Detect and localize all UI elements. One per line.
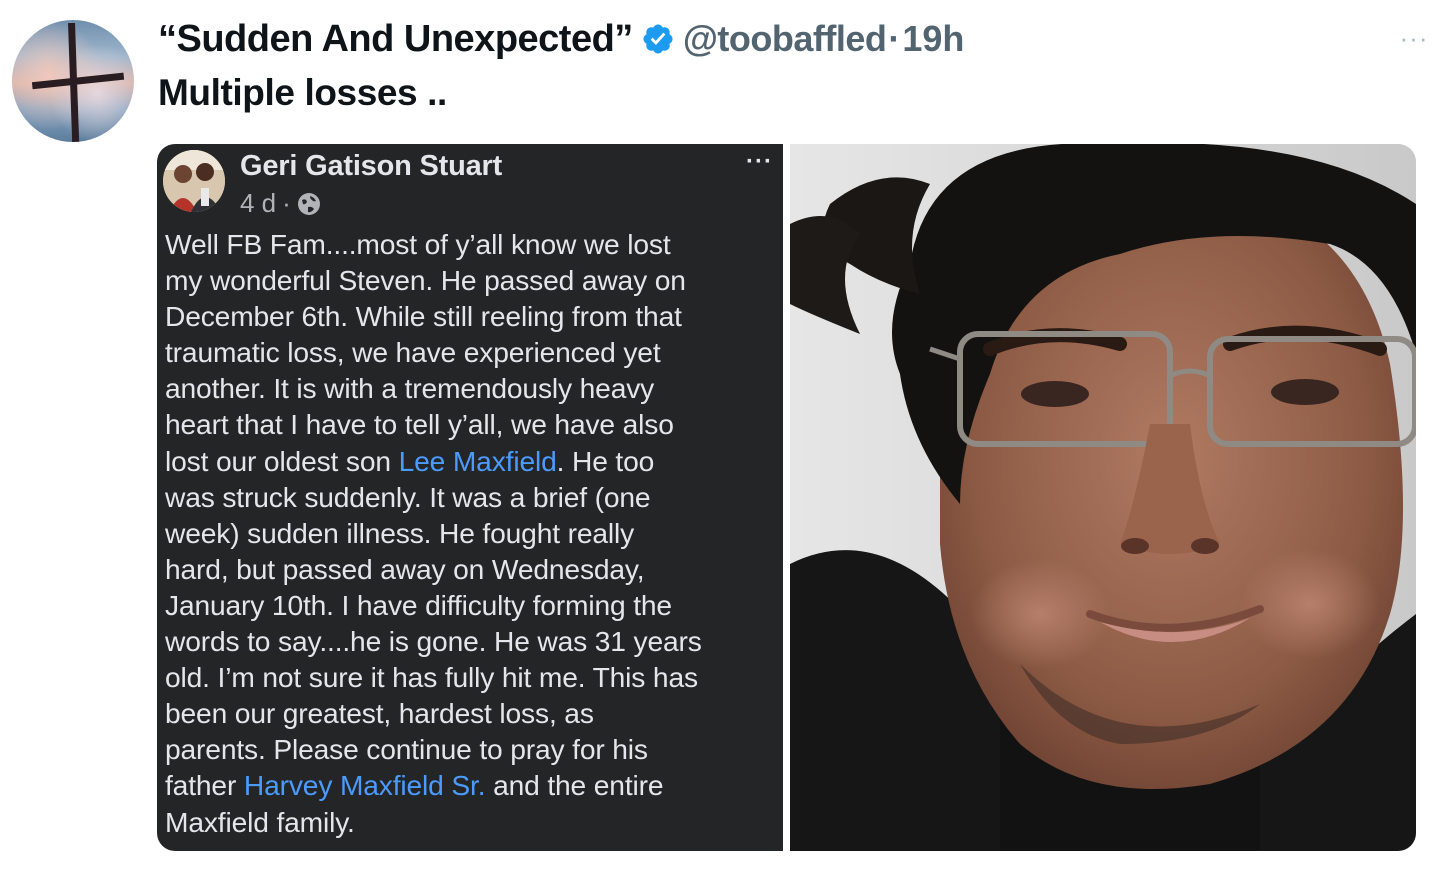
fb-text-segment: hard, but passed away on Wednesday,	[165, 552, 645, 585]
fb-post-line: father Harvey Maxfield Sr. and the entir…	[165, 767, 781, 803]
fb-post-text: Well FB Fam....most of y’all know we los…	[165, 226, 781, 840]
profile-avatar[interactable]	[12, 20, 134, 142]
globe-icon	[297, 192, 321, 216]
fb-text-segment: December 6th. While still reeling from t…	[165, 300, 682, 333]
fb-text-segment: old. I’m not sure it has fully hit me. T…	[165, 661, 698, 694]
more-icon[interactable]: ···	[1399, 22, 1429, 53]
fb-post-line: Well FB Fam....most of y’all know we los…	[165, 226, 781, 262]
fb-mention-link[interactable]: Harvey Maxfield Sr.	[244, 769, 486, 801]
fb-post-line: week) sudden illness. He fought really	[165, 515, 781, 551]
fb-post-line: heart that I have to tell y’all, we have…	[165, 406, 781, 442]
fb-text-segment: my wonderful Steven. He passed away on	[165, 264, 686, 297]
fb-post-line: words to say....he is gone. He was 31 ye…	[165, 623, 781, 659]
fb-text-segment: father	[165, 769, 244, 802]
fb-post-line: January 10th. I have difficulty forming …	[165, 587, 781, 623]
fb-text-segment: heart that I have to tell y’all, we have…	[165, 408, 674, 441]
fb-text-segment: Well FB Fam....most of y’all know we los…	[165, 228, 671, 260]
fb-post-line: traumatic loss, we have experienced yet	[165, 334, 781, 370]
fb-author-avatar	[163, 150, 225, 212]
fb-post-age: 4 d	[240, 188, 277, 218]
fb-text-segment: words to say....he is gone. He was 31 ye…	[165, 625, 702, 658]
fb-text-segment: . He too	[556, 444, 655, 477]
fb-text-segment: lost our oldest son	[165, 444, 399, 477]
media-divider	[783, 144, 790, 851]
fb-text-segment: another. It is with a tremendously heavy	[165, 372, 655, 405]
cross-icon	[12, 20, 134, 142]
fb-meta-separator: ·	[282, 188, 291, 218]
fb-post-line: my wonderful Steven. He passed away on	[165, 262, 781, 298]
tweet-text: Multiple losses ..	[158, 72, 447, 113]
fb-text-segment: been our greatest, hardest loss, as	[165, 697, 594, 730]
fb-text-segment: week) sudden illness. He fought really	[165, 516, 635, 549]
fb-more-icon: ···	[746, 148, 773, 175]
fb-post-line: hard, but passed away on Wednesday,	[165, 551, 781, 587]
portrait-photo[interactable]	[790, 144, 1416, 851]
fb-post-line: been our greatest, hardest loss, as	[165, 695, 781, 731]
display-name[interactable]: “Sudden And Unexpected”	[158, 18, 633, 61]
fb-mention-link[interactable]: Lee Maxfield	[399, 445, 557, 477]
fb-post-line: lost our oldest son Lee Maxfield. He too	[165, 443, 781, 479]
fb-post-line: Maxfield family.	[165, 804, 781, 840]
separator-dot: ·	[888, 18, 901, 59]
fb-text-segment: traumatic loss, we have experienced yet	[165, 336, 661, 369]
more-label: ···	[1399, 22, 1429, 53]
handle[interactable]: @toobaffled	[683, 18, 887, 60]
timestamp[interactable]: 19h	[902, 18, 964, 60]
verified-badge-icon	[641, 22, 675, 56]
fb-post-line: parents. Please continue to pray for his	[165, 731, 781, 767]
fb-text-segment: January 10th. I have difficulty forming …	[165, 588, 672, 621]
tweet-header: “Sudden And Unexpected” @toobaffled · 19…	[158, 14, 964, 64]
fb-post-line: was struck suddenly. It was a brief (one	[165, 479, 781, 515]
fb-post-line: old. I’m not sure it has fully hit me. T…	[165, 659, 781, 695]
facebook-screenshot-image[interactable]: Geri Gatison Stuart 4 d · ··· Well FB Fa…	[157, 144, 783, 851]
fb-author-name: Geri Gatison Stuart	[240, 150, 503, 182]
portrait-image	[790, 144, 1416, 851]
fb-text-segment: parents. Please continue to pray for his	[165, 733, 648, 766]
fb-post-line: another. It is with a tremendously heavy	[165, 370, 781, 406]
fb-post-meta: 4 d ·	[240, 188, 321, 219]
fb-text-segment: Maxfield family.	[165, 805, 355, 838]
fb-post-line: December 6th. While still reeling from t…	[165, 298, 781, 334]
tweet-media: Geri Gatison Stuart 4 d · ··· Well FB Fa…	[157, 144, 1416, 851]
fb-text-segment: was struck suddenly. It was a brief (one	[165, 480, 651, 513]
fb-text-segment: and the entire	[485, 769, 664, 802]
